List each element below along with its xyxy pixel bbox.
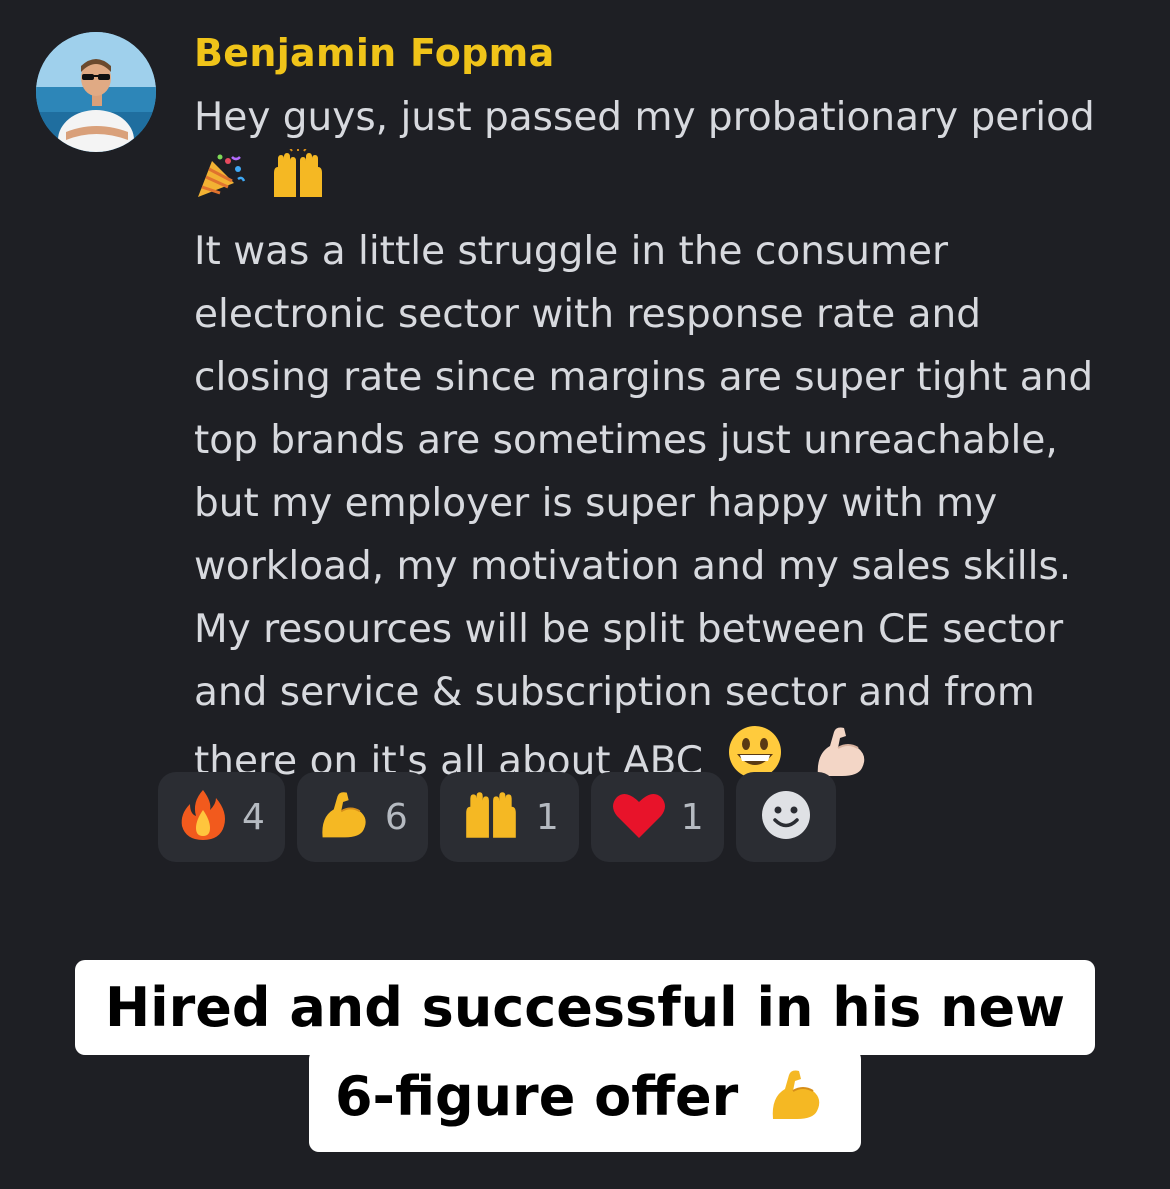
avatar-photo (36, 32, 156, 152)
message-line: but my employer is super happy with my (194, 481, 998, 526)
reaction-bar: 4 6 1 1 (158, 772, 836, 862)
flexed-biceps-icon (767, 1057, 825, 1152)
message-line: top brands are sometimes just unreachabl… (194, 418, 1058, 463)
party-popper-icon (194, 153, 246, 220)
reaction-count: 4 (242, 796, 265, 838)
message-author[interactable]: Benjamin Fopma (194, 28, 1134, 78)
add-reaction-button[interactable] (735, 772, 836, 862)
message-line: electronic sector with response rate and (194, 292, 981, 337)
message-line: My resources will be split between CE se… (194, 607, 1064, 652)
reaction-count: 6 (384, 796, 408, 838)
red-heart-icon (611, 790, 667, 844)
fire-icon (178, 788, 228, 846)
message-content: Benjamin Fopma Hey guys, just passed my … (194, 28, 1134, 799)
message-line: It was a little struggle in the consumer (194, 229, 949, 274)
caption-line-2-text: 6-figure offer (334, 1065, 739, 1128)
reaction-flexed-biceps[interactable]: 6 (296, 772, 428, 862)
caption-line-1: Hired and successful in his new (75, 960, 1095, 1055)
caption-line-2: 6-figure offer (308, 1049, 862, 1152)
message-line: closing rate since margins are super tig… (194, 355, 1094, 400)
flexed-biceps-icon (317, 788, 371, 846)
avatar[interactable] (36, 32, 156, 152)
raising-hands-icon (268, 147, 328, 220)
reaction-red-heart[interactable]: 1 (590, 772, 724, 862)
reaction-fire[interactable]: 4 (158, 772, 285, 862)
add-reaction-smiley-icon (760, 789, 812, 845)
message-emoji-line (194, 147, 1134, 220)
raising-hands-icon (460, 788, 522, 846)
message-line: Hey guys, just passed my probationary pe… (194, 95, 1095, 140)
overlay-caption: Hired and successful in his new 6-figure… (0, 960, 1170, 1152)
message-text: Hey guys, just passed my probationary pe… (194, 86, 1134, 799)
reaction-count: 1 (535, 796, 559, 838)
reaction-count: 1 (680, 796, 704, 838)
message-line: workload, my motivation and my sales ski… (194, 544, 1072, 589)
message-line: and service & subscription sector and fr… (194, 670, 1035, 715)
reaction-raising-hands[interactable]: 1 (439, 772, 579, 862)
